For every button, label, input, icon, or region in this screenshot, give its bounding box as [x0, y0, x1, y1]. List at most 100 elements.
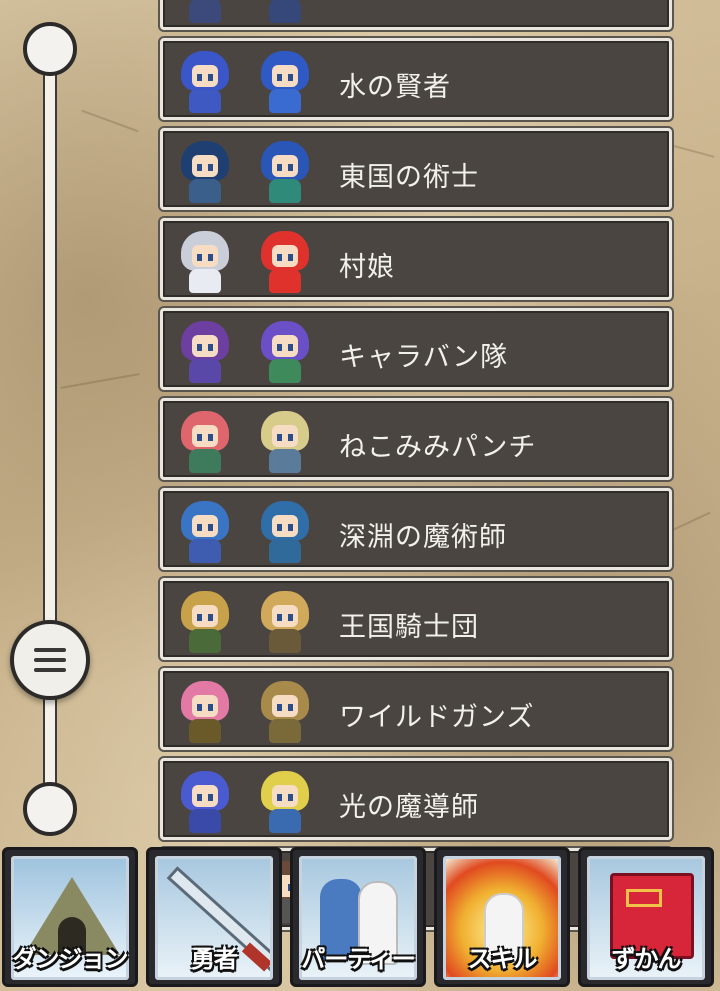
- party-list-item[interactable]: 深淵の魔術師: [160, 488, 672, 570]
- grip-line: [34, 668, 66, 672]
- sprite-eye: [277, 524, 282, 531]
- sprite-face: [272, 425, 298, 447]
- grip-line: [34, 658, 66, 662]
- sprite-eye: [197, 74, 202, 81]
- character-sprite: [257, 229, 313, 295]
- party-list-item[interactable]: 王国騎士団: [160, 578, 672, 660]
- sprite-eye: [288, 254, 293, 261]
- nav-zukan-label: ずかん: [611, 945, 682, 973]
- nav-party-label: パーティー: [301, 945, 416, 973]
- sprite-body: [269, 809, 301, 833]
- sprite-eye: [208, 434, 213, 441]
- character-sprite: [177, 409, 233, 475]
- sprite-face: [192, 695, 218, 717]
- character-sprite: [257, 139, 313, 205]
- sprite-face: [272, 65, 298, 87]
- character-sprite: [257, 679, 313, 745]
- sprite-eye: [208, 794, 213, 801]
- sprite-eye: [288, 794, 293, 801]
- sprite-face: [272, 785, 298, 807]
- party-name-label: ワイルドガンズ: [339, 702, 535, 733]
- sprite-body: [189, 359, 221, 383]
- sprite-eye: [208, 164, 213, 171]
- sprite-eye: [197, 434, 202, 441]
- sprite-eye: [208, 74, 213, 81]
- character-sprite: [257, 319, 313, 385]
- sprite-body: [189, 539, 221, 563]
- sprite-body: [269, 179, 301, 203]
- sprite-face: [272, 245, 298, 267]
- party-list-item[interactable]: キャラバン隊: [160, 308, 672, 390]
- sprite-body: [269, 0, 301, 23]
- sprite-eye: [288, 164, 293, 171]
- slider-thumb[interactable]: [10, 620, 90, 700]
- party-name-label: 深淵の魔術師: [339, 522, 507, 553]
- sprite-body: [189, 449, 221, 473]
- sprite-eye: [208, 524, 213, 531]
- sprite-eye: [208, 254, 213, 261]
- map-texture-line: [81, 109, 139, 133]
- sprite-eye: [277, 794, 282, 801]
- sprite-eye: [208, 344, 213, 351]
- character-sprite: [177, 319, 233, 385]
- nav-skill-label: スキル: [467, 945, 538, 973]
- party-list-item[interactable]: ねこみみパンチ: [160, 398, 672, 480]
- slider-bottom-cap: [23, 782, 77, 836]
- sprite-face: [192, 785, 218, 807]
- slider-top-cap: [23, 22, 77, 76]
- sprite-face: [192, 605, 218, 627]
- party-list-item[interactable]: [160, 0, 672, 30]
- sprite-face: [192, 515, 218, 537]
- sprite-body: [189, 179, 221, 203]
- sprite-eye: [197, 794, 202, 801]
- nav-zukan-button[interactable]: ずかん: [578, 847, 714, 987]
- sprite-eye: [288, 524, 293, 531]
- sprite-face: [272, 515, 298, 537]
- sprite-eye: [288, 434, 293, 441]
- sprite-body: [189, 89, 221, 113]
- sprite-eye: [288, 614, 293, 621]
- nav-dungeon-label: ダンジョン: [12, 945, 129, 973]
- sprite-face: [192, 65, 218, 87]
- sprite-body: [189, 269, 221, 293]
- party-list-item[interactable]: 東国の術士: [160, 128, 672, 210]
- sprite-eye: [288, 74, 293, 81]
- party-list-item[interactable]: 水の賢者: [160, 38, 672, 120]
- sprite-body: [189, 809, 221, 833]
- sprite-body: [269, 719, 301, 743]
- sprite-eye: [197, 254, 202, 261]
- party-list: 水の賢者東国の術士村娘キャラバン隊ねこみみパンチ 深淵の魔術師王国騎士団ワイルドガ…: [160, 0, 672, 938]
- party-name-label: 東国の術士: [339, 162, 479, 193]
- map-texture-line: [673, 511, 711, 531]
- character-sprite: [257, 0, 313, 25]
- party-name-label: 水の賢者: [339, 72, 451, 103]
- sprite-eye: [277, 434, 282, 441]
- character-sprite: [257, 769, 313, 835]
- party-list-item[interactable]: 光の魔導師: [160, 758, 672, 840]
- character-sprite: [257, 409, 313, 475]
- sprite-eye: [277, 704, 282, 711]
- sprite-eye: [197, 164, 202, 171]
- bottom-nav-bar: ダンジョン 勇者 パーティー スキル ずかん: [0, 843, 720, 991]
- map-texture-line: [670, 144, 715, 158]
- party-name-label: 村娘: [339, 252, 395, 283]
- nav-dungeon-button[interactable]: ダンジョン: [2, 847, 138, 987]
- sprite-body: [189, 719, 221, 743]
- nav-skill-button[interactable]: スキル: [434, 847, 570, 987]
- sprite-body: [269, 269, 301, 293]
- sprite-eye: [197, 704, 202, 711]
- sprite-face: [192, 425, 218, 447]
- sprite-body: [269, 89, 301, 113]
- party-name-label: ねこみみパンチ: [339, 432, 537, 463]
- sprite-eye: [208, 704, 213, 711]
- map-texture-line: [60, 373, 140, 389]
- party-list-item[interactable]: 村娘: [160, 218, 672, 300]
- nav-party-button[interactable]: パーティー: [290, 847, 426, 987]
- character-sprite: [177, 229, 233, 295]
- grip-line: [34, 648, 66, 652]
- party-list-item[interactable]: ワイルドガンズ: [160, 668, 672, 750]
- nav-hero-button[interactable]: 勇者: [146, 847, 282, 987]
- sprite-body: [269, 449, 301, 473]
- sprite-body: [269, 539, 301, 563]
- sprite-eye: [208, 614, 213, 621]
